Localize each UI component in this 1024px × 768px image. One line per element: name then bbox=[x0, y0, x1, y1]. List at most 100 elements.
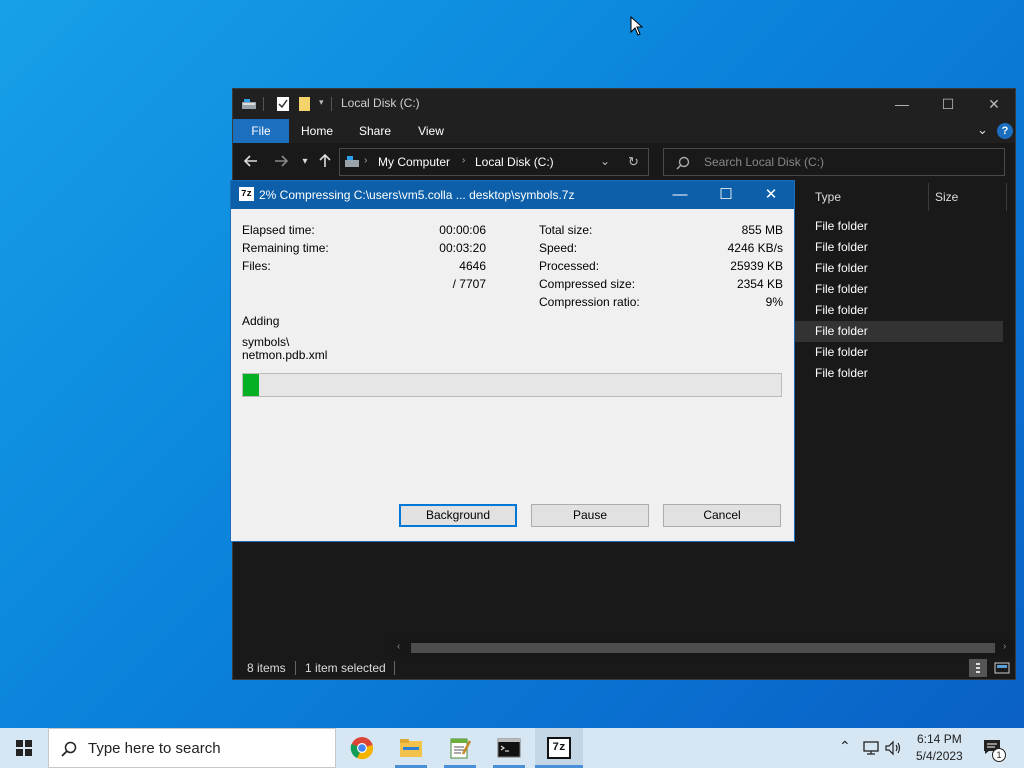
forward-button[interactable] bbox=[271, 153, 291, 173]
minimize-button[interactable]: — bbox=[879, 89, 925, 119]
current-directory: symbols\ bbox=[242, 335, 290, 349]
scroll-right-icon[interactable]: › bbox=[1003, 641, 1006, 652]
customize-toolbar-icon[interactable]: ▾ bbox=[319, 97, 324, 108]
close-icon: ✕ bbox=[764, 186, 778, 203]
tab-share[interactable]: Share bbox=[349, 119, 401, 143]
elapsed-time-label: Elapsed time: bbox=[242, 223, 315, 237]
refresh-icon[interactable]: ↻ bbox=[628, 154, 639, 170]
maximize-icon: ☐ bbox=[941, 96, 955, 112]
compression-ratio-value: 9% bbox=[765, 295, 783, 309]
explorer-titlebar[interactable]: ▾ Local Disk (C:) — ☐ ✕ bbox=[233, 89, 1015, 119]
recent-locations-icon[interactable]: ▾ bbox=[295, 156, 315, 167]
address-dropdown-icon[interactable]: ⌄ bbox=[600, 154, 610, 168]
breadcrumb-local-disk[interactable]: Local Disk (C:) bbox=[475, 155, 554, 169]
column-header-type[interactable]: Type bbox=[809, 183, 929, 211]
compression-ratio-label: Compression ratio: bbox=[539, 295, 640, 309]
computer-drive-icon bbox=[345, 156, 359, 167]
up-arrow-icon bbox=[319, 153, 331, 167]
cancel-button[interactable]: Cancel bbox=[663, 504, 781, 527]
start-button[interactable] bbox=[0, 728, 48, 768]
processed-label: Processed: bbox=[539, 259, 600, 273]
address-bar[interactable]: › My Computer › Local Disk (C:) ⌄ ↻ bbox=[339, 148, 649, 176]
new-folder-icon[interactable] bbox=[297, 96, 313, 112]
mouse-cursor-icon bbox=[630, 16, 644, 36]
taskbar-file-explorer-button[interactable] bbox=[387, 728, 435, 768]
dialog-minimize-button[interactable]: — bbox=[657, 181, 703, 209]
notification-count-badge: 1 bbox=[992, 748, 1006, 762]
elapsed-time-value: 00:00:06 bbox=[439, 223, 486, 237]
breadcrumb-my-computer[interactable]: My Computer bbox=[378, 155, 450, 169]
breadcrumb-separator-icon: › bbox=[364, 155, 368, 166]
scrollbar-thumb[interactable] bbox=[411, 643, 995, 653]
properties-icon[interactable] bbox=[275, 96, 291, 112]
total-size-value: 855 MB bbox=[741, 223, 783, 237]
show-hidden-icons-button[interactable]: ⌃ bbox=[839, 738, 851, 755]
divider bbox=[263, 97, 264, 111]
divider bbox=[394, 661, 395, 675]
volume-icon[interactable] bbox=[884, 740, 902, 756]
column-header-size[interactable]: Size bbox=[929, 183, 1007, 211]
dialog-maximize-button[interactable]: ☐ bbox=[703, 181, 749, 209]
back-button[interactable] bbox=[241, 153, 261, 173]
clock-date[interactable]: 5/4/2023 bbox=[916, 749, 963, 763]
search-icon bbox=[676, 156, 690, 170]
file-explorer-icon bbox=[400, 739, 422, 757]
chrome-icon bbox=[350, 737, 373, 760]
tab-view[interactable]: View bbox=[405, 119, 457, 143]
taskbar: Type here to search 7z ⌃ 6:14 PM 5/4/202… bbox=[0, 728, 1024, 768]
notepad-icon bbox=[450, 738, 471, 759]
taskbar-chrome-button[interactable] bbox=[338, 728, 386, 768]
compressed-size-label: Compressed size: bbox=[539, 277, 636, 291]
divider bbox=[331, 97, 332, 111]
taskbar-7zip-button[interactable]: 7z bbox=[535, 728, 583, 768]
search-box[interactable]: Search Local Disk (C:) bbox=[663, 148, 1005, 176]
background-button[interactable]: Background bbox=[399, 504, 517, 527]
processed-value: 25939 KB bbox=[730, 259, 783, 273]
scroll-left-icon[interactable]: ‹ bbox=[397, 641, 400, 652]
window-title: Local Disk (C:) bbox=[341, 96, 420, 110]
maximize-button[interactable]: ☐ bbox=[925, 89, 971, 119]
total-size-label: Total size: bbox=[539, 223, 593, 237]
remaining-time-label: Remaining time: bbox=[242, 241, 329, 255]
dialog-titlebar[interactable]: 7z 2% Compressing C:\users\vm5.colla ...… bbox=[231, 181, 794, 209]
help-icon[interactable]: ? bbox=[997, 123, 1013, 139]
7zip-icon: 7z bbox=[547, 737, 571, 759]
selection-count: 1 item selected bbox=[305, 661, 386, 675]
taskbar-notepad-button[interactable] bbox=[436, 728, 484, 768]
files-value: 4646 bbox=[459, 259, 486, 273]
tab-home[interactable]: Home bbox=[291, 119, 343, 143]
speed-label: Speed: bbox=[539, 241, 578, 255]
taskbar-search-box[interactable]: Type here to search bbox=[48, 728, 336, 768]
close-icon: ✕ bbox=[988, 96, 1000, 112]
files-label: Files: bbox=[242, 259, 271, 273]
progress-bar bbox=[242, 373, 782, 397]
expand-ribbon-icon[interactable]: ⌄ bbox=[977, 122, 988, 138]
progress-bar-fill bbox=[243, 374, 260, 396]
tab-file[interactable]: File bbox=[233, 119, 289, 143]
details-view-icon[interactable] bbox=[969, 659, 987, 677]
horizontal-scrollbar[interactable]: ‹ › bbox=[391, 639, 1015, 657]
item-count: 8 items bbox=[247, 661, 286, 675]
navigation-bar: ▾ › My Computer › Local Disk (C:) ⌄ ↻ Se… bbox=[233, 143, 1015, 183]
clock-time[interactable]: 6:14 PM bbox=[917, 732, 962, 746]
pause-button[interactable]: Pause bbox=[531, 504, 649, 527]
windows-logo-icon bbox=[16, 740, 32, 756]
taskbar-cmd-button[interactable] bbox=[485, 728, 533, 768]
action-label: Adding bbox=[242, 314, 280, 328]
network-icon[interactable] bbox=[862, 740, 880, 756]
close-button[interactable]: ✕ bbox=[971, 89, 1017, 119]
up-button[interactable] bbox=[315, 153, 335, 173]
taskbar-search-placeholder: Type here to search bbox=[88, 740, 221, 757]
back-arrow-icon bbox=[243, 155, 257, 167]
7zip-icon: 7z bbox=[239, 187, 254, 201]
forward-arrow-icon bbox=[275, 155, 289, 167]
minimize-icon: — bbox=[672, 186, 688, 203]
large-icons-glyph bbox=[994, 662, 1010, 674]
search-placeholder: Search Local Disk (C:) bbox=[704, 155, 825, 169]
details-view-glyph bbox=[976, 663, 980, 673]
dialog-close-button[interactable]: ✕ bbox=[748, 181, 794, 209]
current-file: netmon.pdb.xml bbox=[242, 348, 328, 362]
search-icon bbox=[61, 741, 77, 757]
large-icons-view-icon[interactable] bbox=[993, 659, 1011, 677]
action-center-button[interactable]: 1 bbox=[974, 728, 1024, 768]
